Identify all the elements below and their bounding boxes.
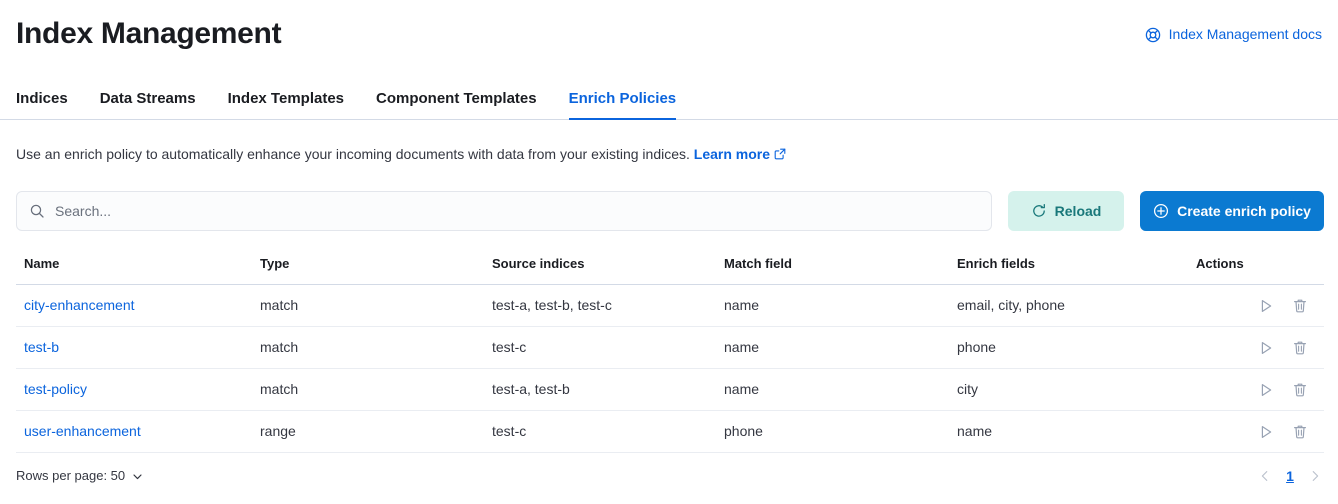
cell-source-indices: test-a, test-b, test-c bbox=[484, 285, 716, 327]
table-footer: Rows per page: 50 1 bbox=[16, 454, 1324, 498]
cell-enrich-fields: phone bbox=[949, 327, 1188, 369]
play-icon[interactable] bbox=[1258, 382, 1274, 398]
cell-enrich-fields: email, city, phone bbox=[949, 285, 1188, 327]
documentation-icon bbox=[1145, 27, 1161, 43]
trash-icon[interactable] bbox=[1292, 298, 1308, 314]
enrich-policies-table: Name Type Source indices Match field Enr… bbox=[16, 255, 1324, 453]
tab-enrich-policies[interactable]: Enrich Policies bbox=[569, 89, 677, 120]
column-header-name[interactable]: Name bbox=[16, 255, 252, 285]
toolbar: Reload Create enrich policy bbox=[16, 191, 1324, 231]
trash-icon[interactable] bbox=[1292, 340, 1308, 356]
column-header-source-indices[interactable]: Source indices bbox=[484, 255, 716, 285]
column-header-match-field[interactable]: Match field bbox=[716, 255, 949, 285]
cell-actions bbox=[1188, 327, 1324, 369]
pagination-page-1[interactable]: 1 bbox=[1284, 468, 1296, 484]
cell-match-field: name bbox=[716, 369, 949, 411]
cell-enrich-fields: city bbox=[949, 369, 1188, 411]
cell-source-indices: test-a, test-b bbox=[484, 369, 716, 411]
page-title: Index Management bbox=[16, 16, 281, 52]
trash-icon[interactable] bbox=[1292, 382, 1308, 398]
tab-indices[interactable]: Indices bbox=[16, 89, 68, 120]
column-header-enrich-fields[interactable]: Enrich fields bbox=[949, 255, 1188, 285]
learn-more-link[interactable]: Learn more bbox=[694, 146, 770, 162]
external-link-icon bbox=[774, 145, 786, 157]
cell-source-indices: test-c bbox=[484, 411, 716, 453]
cell-match-field: name bbox=[716, 327, 949, 369]
reload-button-label: Reload bbox=[1055, 203, 1102, 219]
cell-type: match bbox=[252, 369, 484, 411]
column-header-actions: Actions bbox=[1188, 255, 1324, 285]
description-text: Use an enrich policy to automatically en… bbox=[16, 146, 690, 162]
reload-button[interactable]: Reload bbox=[1008, 191, 1124, 231]
rows-per-page-selector[interactable]: Rows per page: 50 bbox=[16, 467, 144, 485]
search-box[interactable] bbox=[16, 191, 992, 231]
table-row: city-enhancement match test-a, test-b, t… bbox=[16, 285, 1324, 327]
policy-link[interactable]: test-b bbox=[24, 339, 59, 355]
rows-per-page-label: Rows per page: 50 bbox=[16, 467, 125, 485]
cell-actions bbox=[1188, 285, 1324, 327]
create-button-label: Create enrich policy bbox=[1177, 203, 1311, 219]
pagination: 1 bbox=[1256, 467, 1324, 485]
cell-type: match bbox=[252, 285, 484, 327]
create-enrich-policy-button[interactable]: Create enrich policy bbox=[1140, 191, 1324, 231]
page-header: Index Management Index Management docs bbox=[0, 0, 1338, 78]
tab-index-templates[interactable]: Index Templates bbox=[228, 89, 344, 120]
trash-icon[interactable] bbox=[1292, 424, 1308, 440]
page-description: Use an enrich policy to automatically en… bbox=[16, 144, 786, 165]
table-row: test-policy match test-a, test-b name ci… bbox=[16, 369, 1324, 411]
cell-type: range bbox=[252, 411, 484, 453]
play-icon[interactable] bbox=[1258, 298, 1274, 314]
cell-match-field: phone bbox=[716, 411, 949, 453]
play-icon[interactable] bbox=[1258, 424, 1274, 440]
tab-data-streams[interactable]: Data Streams bbox=[100, 89, 196, 120]
docs-link-label: Index Management docs bbox=[1169, 24, 1322, 45]
column-header-type[interactable]: Type bbox=[252, 255, 484, 285]
chevron-left-icon[interactable] bbox=[1256, 467, 1274, 485]
table-row: test-b match test-c name phone bbox=[16, 327, 1324, 369]
play-icon[interactable] bbox=[1258, 340, 1274, 356]
index-management-docs-link[interactable]: Index Management docs bbox=[1145, 24, 1322, 45]
search-icon bbox=[29, 203, 45, 219]
chevron-down-icon bbox=[131, 470, 144, 483]
search-input[interactable] bbox=[55, 203, 979, 219]
cell-enrich-fields: name bbox=[949, 411, 1188, 453]
table-row: user-enhancement range test-c phone name bbox=[16, 411, 1324, 453]
refresh-icon bbox=[1031, 203, 1047, 219]
cell-match-field: name bbox=[716, 285, 949, 327]
cell-type: match bbox=[252, 327, 484, 369]
policy-link[interactable]: test-policy bbox=[24, 381, 87, 397]
plus-circle-icon bbox=[1153, 203, 1169, 219]
learn-more-label: Learn more bbox=[694, 146, 770, 162]
tabs-bar: Indices Data Streams Index Templates Com… bbox=[0, 78, 1338, 120]
cell-source-indices: test-c bbox=[484, 327, 716, 369]
chevron-right-icon[interactable] bbox=[1306, 467, 1324, 485]
table-header-row: Name Type Source indices Match field Enr… bbox=[16, 255, 1324, 285]
policy-link[interactable]: city-enhancement bbox=[24, 297, 135, 313]
policy-link[interactable]: user-enhancement bbox=[24, 423, 141, 439]
tab-component-templates[interactable]: Component Templates bbox=[376, 89, 537, 120]
cell-actions bbox=[1188, 411, 1324, 453]
cell-actions bbox=[1188, 369, 1324, 411]
